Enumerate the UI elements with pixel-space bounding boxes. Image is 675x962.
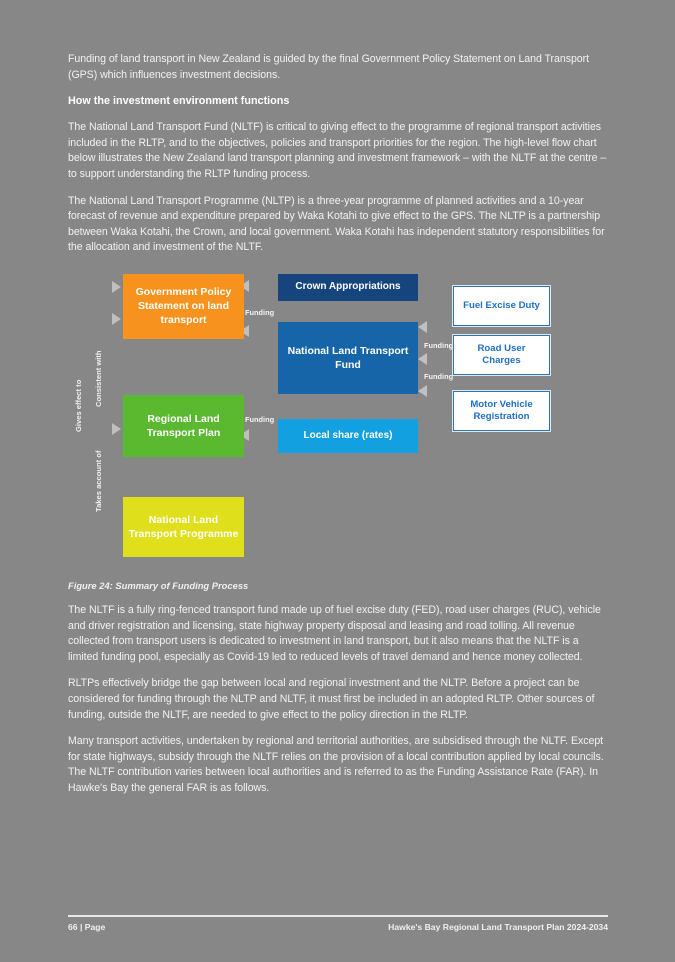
diagram-box-fuel-excise-duty: Fuel Excise Duty <box>452 284 551 327</box>
arrow-label-funding-fed: Funding <box>424 340 454 350</box>
side-label-takes-account-of: Takes account of <box>94 450 103 512</box>
paragraph-intro: Funding of land transport in New Zealand… <box>68 53 590 81</box>
diagram-box-motor-vehicle-registration: Motor Vehicle Registration <box>452 389 551 432</box>
arrow-gives-effect <box>112 280 121 293</box>
side-label-consistent-with: Consistent with <box>94 350 103 407</box>
connector-consistent-bottom <box>68 627 90 629</box>
footer-divider <box>68 915 608 917</box>
paragraph-rltp-bridge: RLTPs effectively bridge the gap between… <box>68 677 595 721</box>
paragraph-ring-fenced-fund: The NLTF is a fully ring-fenced transpor… <box>68 603 601 663</box>
arrow-ruc-to-nltf <box>418 352 427 365</box>
diagram-box-nltp: National Land Transport Programme <box>123 496 244 557</box>
page-content: Funding of land transport in New Zealand… <box>68 52 608 807</box>
connector-consistent-vertical <box>68 525 70 625</box>
diagram-box-road-user-charges: Road User Charges <box>452 333 551 376</box>
diagram-box-gps: Government Policy Statement on land tran… <box>123 273 244 339</box>
figure-caption: Figure 24: Summary of Funding Process <box>68 579 249 591</box>
paragraph-subsidy-far: Many transport activities, undertaken by… <box>68 735 604 794</box>
arrow-label-funding-rltp: Funding <box>245 414 275 424</box>
side-label-gives-effect: Gives effect to <box>74 379 83 432</box>
arrow-takes-account <box>112 422 121 435</box>
footer-page-number: 66 | Page <box>68 921 106 932</box>
paragraph-nltf-overview: The National Land Transport Fund (NLTF) … <box>68 121 607 180</box>
diagram-box-nltf: National Land Transport Fund <box>278 321 418 394</box>
funding-process-diagram: Gives effect to Consistent with Takes ac… <box>68 267 608 577</box>
connector-gives-effect-bottom <box>68 522 116 524</box>
arrow-consistent-with <box>112 312 121 325</box>
section-heading: How the investment environment functions <box>68 95 290 108</box>
connector-mvr-to-nltf <box>68 741 96 743</box>
document-page: Funding of land transport in New Zealand… <box>0 0 675 962</box>
footer-document-title: Hawke's Bay Regional Land Transport Plan… <box>388 921 608 932</box>
arrow-label-funding-ruc: Funding <box>424 371 454 381</box>
connector-gives-effect-vertical <box>68 267 70 520</box>
paragraph-nltp-overview: The National Land Transport Programme (N… <box>68 194 605 254</box>
arrow-fed-to-nltf <box>418 320 427 333</box>
connector-takes-account-vertical <box>68 630 70 725</box>
arrow-mvr-to-nltf <box>418 384 427 397</box>
diagram-box-rltp: Regional Land Transport Plan <box>123 394 244 457</box>
diagram-box-local-share: Local share (rates) <box>278 418 418 453</box>
arrow-label-funding-gps: Funding <box>245 307 275 317</box>
diagram-box-crown-appropriations: Crown Appropriations <box>278 273 418 301</box>
page-footer: 66 | Page Hawke's Bay Regional Land Tran… <box>68 915 608 932</box>
